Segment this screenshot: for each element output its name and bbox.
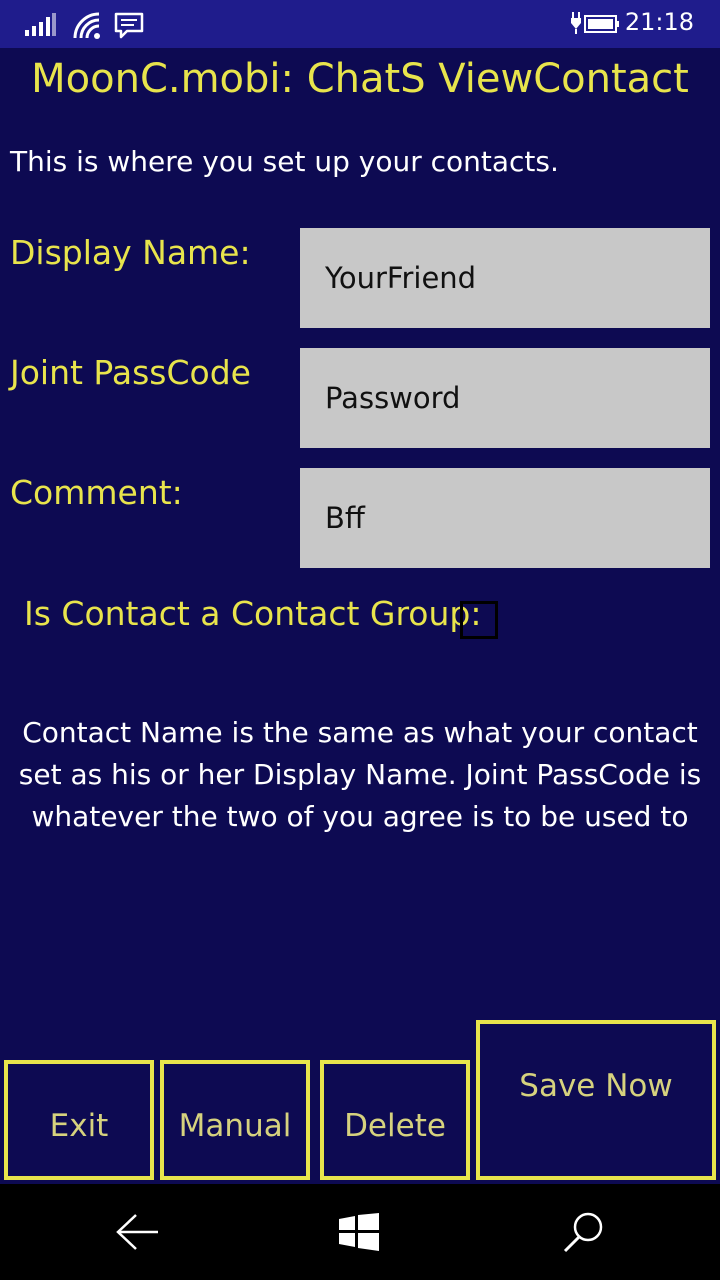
manual-button-label: Manual xyxy=(178,1108,292,1144)
back-arrow-icon[interactable] xyxy=(114,1212,160,1252)
contact-group-label: Is Contact a Contact Group: xyxy=(24,594,482,633)
exit-button[interactable]: Exit xyxy=(4,1060,154,1180)
battery-charging-icon xyxy=(571,12,619,34)
navigation-bar xyxy=(0,1184,720,1280)
display-name-label: Display Name: xyxy=(10,233,251,272)
save-now-button-label: Save Now xyxy=(519,1068,673,1104)
delete-button[interactable]: Delete xyxy=(320,1060,470,1180)
joint-passcode-input[interactable] xyxy=(300,348,710,448)
status-bar: 21:18 xyxy=(0,0,720,48)
comment-label: Comment: xyxy=(10,473,183,512)
help-line: set as his or her Display Name. Joint Pa… xyxy=(18,758,702,791)
help-line: whatever the two of you agree is to be u… xyxy=(31,800,689,833)
clock: 21:18 xyxy=(624,8,694,36)
joint-passcode-label: Joint PassCode xyxy=(10,353,251,392)
page-title: MoonC.mobi: ChatS ViewContact xyxy=(31,56,689,102)
save-now-button[interactable]: Save Now xyxy=(476,1020,716,1180)
signal-icon xyxy=(25,13,56,36)
help-line: Contact Name is the same as what your co… xyxy=(22,716,698,749)
delete-button-label: Delete xyxy=(344,1108,446,1144)
windows-start-icon[interactable] xyxy=(339,1213,379,1251)
manual-button[interactable]: Manual xyxy=(160,1060,310,1180)
exit-button-label: Exit xyxy=(49,1108,109,1144)
intro-text: This is where you set up your contacts. xyxy=(10,145,559,178)
wifi-icon xyxy=(73,12,100,39)
search-icon[interactable] xyxy=(562,1210,606,1254)
help-text: Contact Name is the same as what your co… xyxy=(0,712,720,838)
comment-input[interactable] xyxy=(300,468,710,568)
display-name-input[interactable] xyxy=(300,228,710,328)
contact-group-checkbox[interactable] xyxy=(460,601,498,639)
message-icon xyxy=(114,12,144,39)
